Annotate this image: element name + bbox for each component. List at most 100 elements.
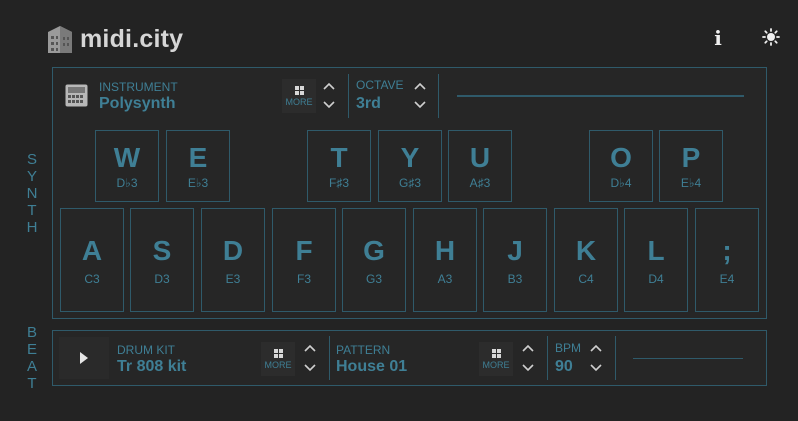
key-note: D4 xyxy=(648,272,664,286)
octave-label: OCTAVE xyxy=(356,78,404,92)
chevron-up-icon xyxy=(414,82,426,90)
instrument-icon xyxy=(65,84,88,112)
key-note: B3 xyxy=(507,272,523,286)
drumkit-label: DRUM KIT xyxy=(117,343,175,357)
chevron-down-icon xyxy=(522,364,534,372)
pattern-next-button[interactable] xyxy=(519,360,537,376)
bpm-up-button[interactable] xyxy=(587,340,605,356)
key-l[interactable]: L D4 xyxy=(624,208,688,312)
key-letter: W xyxy=(113,142,141,173)
key-note: D3 xyxy=(154,272,170,286)
instrument-next-button[interactable] xyxy=(320,97,338,113)
key-letter: G xyxy=(363,235,385,266)
key-t[interactable]: T F♯3 xyxy=(307,130,371,202)
key-note: F3 xyxy=(296,272,311,286)
beat-label-letter: A xyxy=(26,358,37,375)
key-o[interactable]: O D♭4 xyxy=(589,130,653,202)
divider xyxy=(547,336,548,380)
instrument-value[interactable]: Polysynth xyxy=(99,94,175,113)
key-s[interactable]: S D3 xyxy=(130,208,194,312)
pattern-value[interactable]: House 01 xyxy=(336,357,407,376)
key-letter: O xyxy=(610,142,632,173)
info-button[interactable]: i xyxy=(708,24,728,52)
pattern-prev-button[interactable] xyxy=(519,340,537,356)
key-note: A♯3 xyxy=(469,176,491,190)
key-y[interactable]: Y G♯3 xyxy=(378,130,442,202)
key-g[interactable]: G G3 xyxy=(342,208,406,312)
bpm-value[interactable]: 90 xyxy=(555,357,573,376)
theme-toggle-button[interactable] xyxy=(756,22,786,52)
synth-volume-slider[interactable] xyxy=(457,95,744,97)
key-k[interactable]: K C4 xyxy=(554,208,618,312)
divider xyxy=(329,336,330,380)
key-note: C3 xyxy=(84,272,100,286)
key-letter: Y xyxy=(400,142,420,173)
chevron-down-icon xyxy=(590,364,602,372)
synth-label-letter: N xyxy=(26,185,38,202)
sun-icon xyxy=(762,28,780,46)
bpm-down-button[interactable] xyxy=(587,360,605,376)
key-h[interactable]: H A3 xyxy=(413,208,477,312)
synth-label-letter: H xyxy=(26,219,38,236)
key-letter: ; xyxy=(722,235,732,266)
octave-down-button[interactable] xyxy=(411,97,429,113)
key-letter: L xyxy=(647,235,665,266)
key-letter: S xyxy=(152,235,172,266)
drumkit-prev-button[interactable] xyxy=(301,340,319,356)
drumkit-more-button[interactable]: MORE xyxy=(261,342,295,376)
key-e[interactable]: E E♭3 xyxy=(166,130,230,202)
key-j[interactable]: J B3 xyxy=(483,208,547,312)
chevron-up-icon xyxy=(323,82,335,90)
key-p[interactable]: P E♭4 xyxy=(659,130,723,202)
key-note: F♯3 xyxy=(328,176,349,190)
key-note: E3 xyxy=(225,272,241,286)
grid-icon xyxy=(294,85,304,95)
key-w[interactable]: W D♭3 xyxy=(95,130,159,202)
app-logo[interactable]: midi.city xyxy=(46,22,206,56)
pattern-more-button[interactable]: MORE xyxy=(479,342,513,376)
chevron-up-icon xyxy=(304,344,316,352)
synth-keyboard-icon xyxy=(65,84,88,107)
instrument-prev-button[interactable] xyxy=(320,78,338,94)
synth-label-letter: T xyxy=(27,202,37,219)
divider xyxy=(348,74,349,118)
key-note: E♭4 xyxy=(680,176,702,190)
beat-volume-slider[interactable] xyxy=(633,358,743,359)
key-d[interactable]: D E3 xyxy=(201,208,265,312)
key-note: D♭4 xyxy=(610,176,632,190)
key-letter: K xyxy=(575,235,597,266)
key-letter: U xyxy=(469,142,491,173)
key-letter: D xyxy=(222,235,244,266)
key-letter: F xyxy=(295,235,313,266)
more-label: MORE xyxy=(264,359,292,370)
play-button[interactable] xyxy=(59,337,109,379)
key-letter: J xyxy=(507,235,523,266)
grid-icon xyxy=(273,348,283,358)
beat-panel: DRUM KIT Tr 808 kit MORE PATTERN House 0… xyxy=(52,330,767,386)
key-u[interactable]: U A♯3 xyxy=(448,130,512,202)
drumkit-value[interactable]: Tr 808 kit xyxy=(117,357,186,376)
drumkit-next-button[interactable] xyxy=(301,360,319,376)
key-semicolon[interactable]: ; E4 xyxy=(695,208,759,312)
key-f[interactable]: F F3 xyxy=(272,208,336,312)
octave-up-button[interactable] xyxy=(411,78,429,94)
key-note: D♭3 xyxy=(116,176,138,190)
key-note: E4 xyxy=(719,272,735,286)
chevron-up-icon xyxy=(522,344,534,352)
instrument-more-button[interactable]: MORE xyxy=(282,79,316,113)
more-label: MORE xyxy=(285,96,313,107)
key-letter: A xyxy=(81,235,103,266)
bpm-label: BPM xyxy=(555,341,582,355)
synth-label-letter: Y xyxy=(26,168,37,185)
synth-panel: INSTRUMENT Polysynth MORE OCTAVE 3rd W D… xyxy=(52,67,767,319)
instrument-label: INSTRUMENT xyxy=(99,80,178,94)
city-building-icon xyxy=(48,26,72,53)
chevron-down-icon xyxy=(323,101,335,109)
key-a[interactable]: A C3 xyxy=(60,208,124,312)
key-note: A3 xyxy=(437,272,453,286)
beat-label-letter: E xyxy=(26,341,37,358)
octave-value[interactable]: 3rd xyxy=(356,94,381,113)
app-title: midi.city xyxy=(80,24,184,53)
beat-side-label: B E A T xyxy=(22,324,42,392)
key-note: G3 xyxy=(365,272,382,286)
